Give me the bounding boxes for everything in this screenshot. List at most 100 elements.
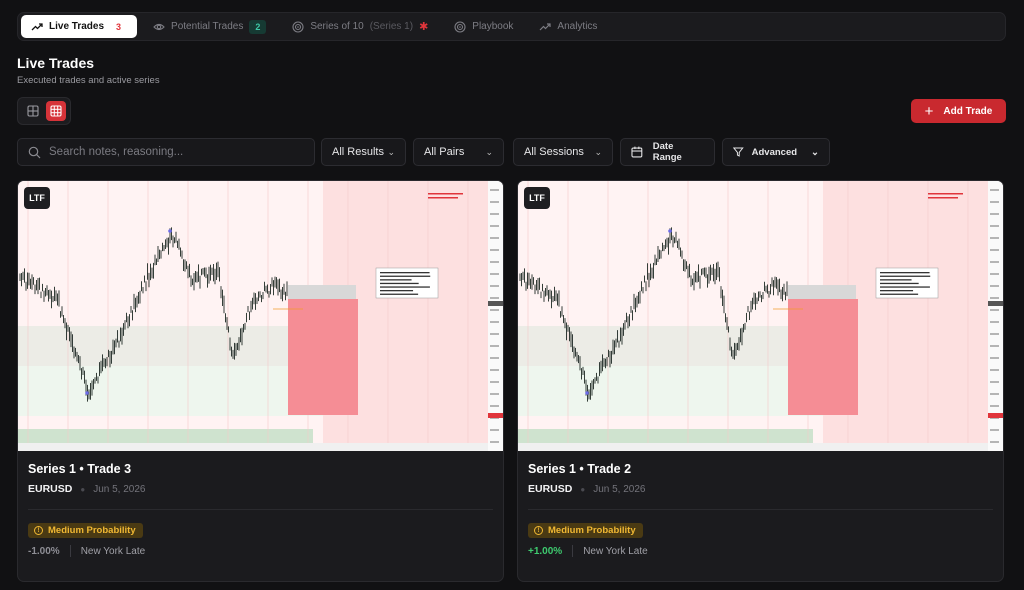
price-tick: [990, 429, 999, 431]
marker-point: [585, 391, 589, 395]
price-tick: [490, 321, 499, 323]
stop-box: [788, 299, 858, 415]
calendar-icon: [631, 146, 643, 158]
price-tick: [490, 309, 499, 311]
price-axis: [988, 181, 1003, 451]
chart-annotation: [928, 197, 958, 199]
price-tick: [990, 357, 999, 359]
price-tick: [990, 309, 999, 311]
price-label: [488, 301, 503, 306]
sparkle-icon: ✱: [419, 21, 429, 33]
note-line: [380, 272, 430, 274]
tab-potential-trades[interactable]: Potential Trades 2: [143, 15, 276, 38]
trade-meta: EURUSD ● Jun 5, 2026: [528, 483, 645, 495]
trade-title: Series 1 • Trade 2: [528, 462, 632, 476]
probability-badge: ! Medium Probability: [28, 523, 143, 538]
grid-view-button[interactable]: [45, 101, 66, 121]
price-tick: [490, 297, 499, 299]
range-zone: [518, 326, 823, 366]
demand-zone: [518, 366, 823, 416]
dot-separator: ●: [580, 484, 586, 494]
price-tick: [990, 249, 999, 251]
advanced-filter-button[interactable]: Advanced ⌄: [722, 138, 830, 166]
price-tick: [490, 201, 499, 203]
price-tick: [990, 201, 999, 203]
trade-title: Series 1 • Trade 3: [28, 462, 132, 476]
price-tick: [990, 213, 999, 215]
sessions-filter[interactable]: All Sessions ⌄: [513, 138, 613, 166]
price-tick: [490, 357, 499, 359]
marker-point: [85, 391, 89, 395]
price-tick: [990, 261, 999, 263]
price-axis: [488, 181, 503, 451]
chevron-down-icon: ⌄: [387, 146, 395, 157]
table-view-button[interactable]: [23, 101, 43, 121]
price-tick: [490, 369, 499, 371]
price-tick: [990, 333, 999, 335]
price-tick: [490, 393, 499, 395]
table-icon: [26, 105, 39, 117]
divider: [528, 509, 993, 510]
note-line: [880, 275, 931, 277]
trade-date: Jun 5, 2026: [93, 483, 146, 495]
pairs-filter[interactable]: All Pairs ⌄: [413, 138, 504, 166]
probability-badge: ! Medium Probability: [528, 523, 643, 538]
filter-icon: [733, 147, 744, 157]
price-tick: [490, 189, 499, 191]
divider: [572, 545, 574, 557]
results-filter[interactable]: All Results ⌄: [321, 138, 406, 166]
divider: [28, 509, 493, 510]
price-tick: [990, 273, 999, 275]
price-tick: [990, 297, 999, 299]
time-axis: [518, 443, 988, 451]
trade-session: New York Late: [583, 545, 648, 557]
search-input[interactable]: Search notes, reasoning...: [17, 138, 315, 166]
tab-label: Series of 10: [310, 21, 364, 32]
price-label: [988, 301, 1003, 306]
trade-card[interactable]: LTF Series 1 • Trade 2 EURUSD ● Jun 5, 2…: [517, 180, 1004, 582]
dot-separator: ●: [80, 484, 86, 494]
tab-analytics[interactable]: Analytics: [529, 15, 607, 38]
tab-live-trades[interactable]: Live Trades 3: [21, 15, 138, 38]
tab-label: Analytics: [557, 21, 598, 32]
price-tick: [490, 441, 499, 443]
chevron-down-icon: ⌄: [594, 146, 602, 157]
tab-bar: Live Trades 3 Potential Trades 2 Series …: [17, 12, 1006, 41]
probability-label: Medium Probability: [48, 525, 136, 536]
note-line: [880, 293, 919, 295]
chart-image: [518, 181, 1003, 451]
add-trade-button[interactable]: + Add Trade: [911, 99, 1006, 123]
timeframe-badge: LTF: [24, 187, 50, 209]
chart-annotation: [428, 197, 458, 199]
grid-icon: [49, 105, 62, 117]
target-icon: [292, 20, 304, 33]
chart-screenshot: [518, 181, 1003, 451]
note-line: [380, 293, 419, 295]
note-line: [380, 286, 430, 288]
price-label: [988, 413, 1003, 418]
demand-zone: [18, 366, 323, 416]
note-line: [380, 279, 412, 281]
tab-label: Potential Trades: [171, 21, 244, 32]
advanced-filter-label: Advanced: [751, 146, 798, 158]
note-line: [380, 282, 419, 285]
plus-icon: +: [924, 102, 934, 120]
eye-icon: [153, 21, 165, 33]
price-tick: [990, 381, 999, 383]
date-range-button[interactable]: Date Range: [620, 138, 715, 166]
entry-box: [288, 285, 356, 299]
results-filter-label: All Results: [332, 146, 384, 158]
chart-annotation: [928, 193, 963, 195]
price-tick: [490, 333, 499, 335]
price-tick: [490, 213, 499, 215]
note-line: [880, 290, 914, 292]
trade-card[interactable]: LTF Series 1 • Trade 3 EURUSD ● Jun 5, 2…: [17, 180, 504, 582]
price-label: [488, 413, 503, 418]
tab-series-of-10[interactable]: Series of 10 (Series 1) ✱: [282, 15, 438, 38]
trade-date: Jun 5, 2026: [593, 483, 646, 495]
count-badge: 3: [116, 21, 122, 32]
tab-label: Playbook: [472, 21, 514, 32]
divider: [69, 545, 71, 557]
tab-playbook[interactable]: Playbook: [444, 15, 523, 38]
entry-box: [788, 285, 856, 299]
